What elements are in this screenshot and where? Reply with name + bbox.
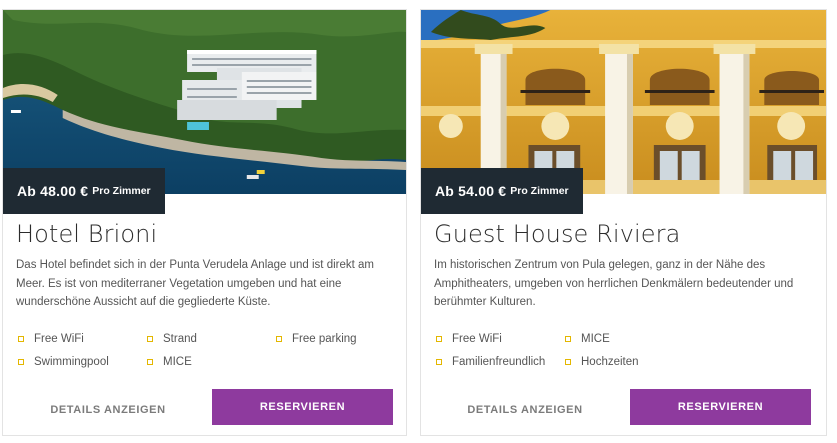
price-value: Ab 54.00 € (435, 183, 507, 199)
details-button[interactable]: DETAILS ANZEIGEN (450, 392, 600, 428)
feature-label: Free WiFi (34, 333, 84, 345)
feature-label: Hochzeiten (581, 356, 639, 368)
bullet-icon (147, 359, 153, 365)
feature-label: Swimmingpool (34, 356, 109, 368)
feature-item: Strand (147, 333, 197, 345)
bullet-icon (18, 336, 24, 342)
hotel-description: Das Hotel befindet sich in der Punta Ver… (16, 259, 374, 308)
feature-item: Swimmingpool (18, 356, 109, 368)
price-badge: Ab 48.00 € Pro Zimmer (3, 168, 165, 214)
hotel-card-brioni: Ab 48.00 € Pro Zimmer Hotel Brioni Das H… (2, 9, 407, 436)
bullet-icon (18, 359, 24, 365)
feature-item: MICE (147, 356, 192, 368)
feature-item: Familienfreundlich (436, 356, 545, 368)
building-facade-image (421, 10, 826, 194)
hotel-title[interactable]: Hotel Brioni (16, 220, 157, 248)
bullet-icon (436, 336, 442, 342)
price-unit: Pro Zimmer (92, 185, 151, 197)
feature-label: Strand (163, 333, 197, 345)
bullet-icon (436, 359, 442, 365)
feature-label: Familienfreundlich (452, 356, 546, 368)
feature-label: Free WiFi (452, 333, 502, 345)
hotel-photo[interactable] (421, 10, 826, 194)
feature-item: Free parking (276, 333, 357, 345)
feature-item: Hochzeiten (565, 356, 639, 368)
price-value: Ab 48.00 € (17, 183, 89, 199)
bullet-icon (565, 359, 571, 365)
feature-item: MICE (565, 333, 610, 345)
reserve-button[interactable]: RESERVIEREN (630, 389, 811, 425)
feature-item: Free WiFi (18, 333, 84, 345)
details-button[interactable]: DETAILS ANZEIGEN (33, 392, 183, 428)
price-badge: Ab 54.00 € Pro Zimmer (421, 168, 583, 214)
feature-list: Free WiFi MICE Familienfreundlich Hochze… (434, 324, 814, 374)
hotel-title[interactable]: Guest House Riviera (434, 220, 680, 248)
feature-item: Free WiFi (436, 333, 502, 345)
feature-label: Free parking (292, 333, 357, 345)
hotel-description: Im historischen Zentrum von Pula gelegen… (434, 259, 794, 308)
hotel-aerial-image (3, 10, 406, 194)
reserve-button[interactable]: RESERVIEREN (212, 389, 393, 425)
bullet-icon (565, 336, 571, 342)
bullet-icon (147, 336, 153, 342)
feature-label: MICE (581, 333, 610, 345)
feature-label: MICE (163, 356, 192, 368)
hotel-card-riviera: Ab 54.00 € Pro Zimmer Guest House Rivier… (420, 9, 827, 436)
hotel-photo[interactable] (3, 10, 406, 194)
price-unit: Pro Zimmer (510, 185, 569, 197)
bullet-icon (276, 336, 282, 342)
feature-list: Free WiFi Strand Free parking Swimmingpo… (16, 324, 396, 374)
